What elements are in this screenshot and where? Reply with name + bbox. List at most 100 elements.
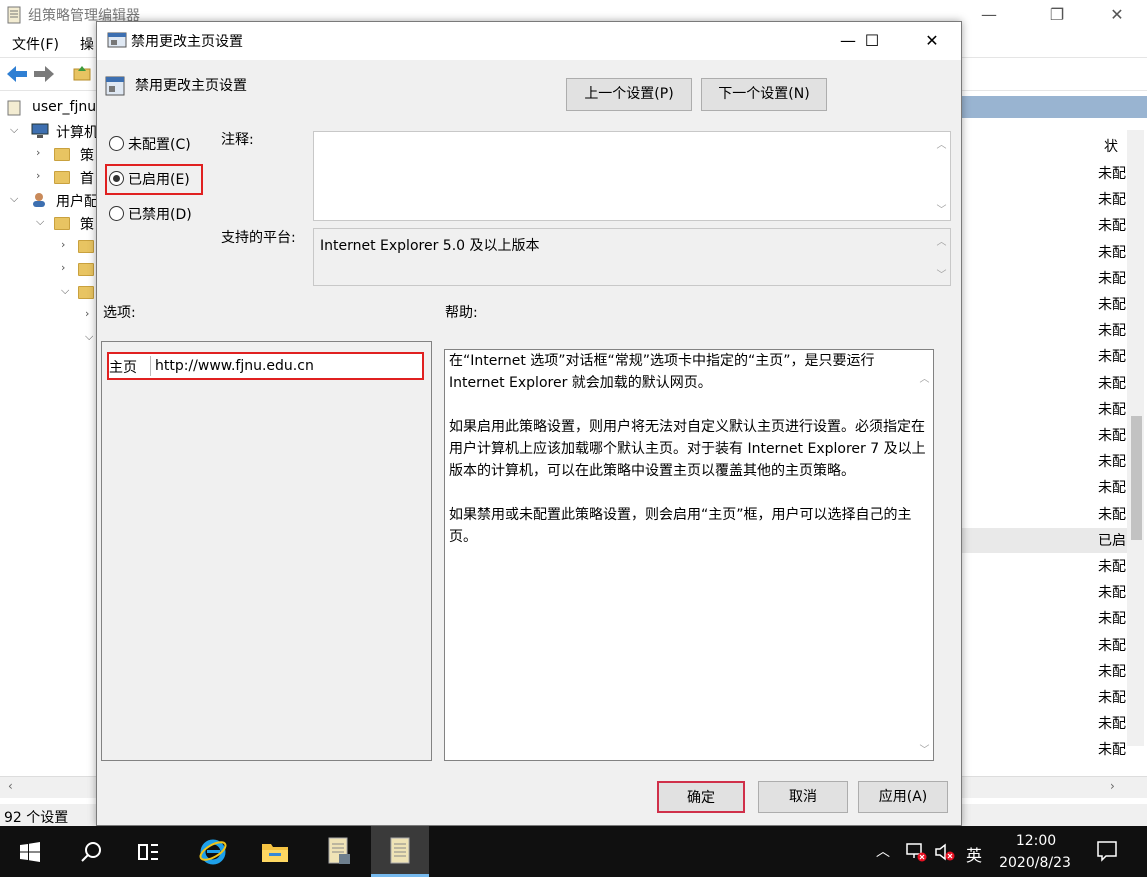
restore-icon[interactable]: ❐: [1034, 0, 1080, 30]
forward-arrow-icon[interactable]: [33, 65, 55, 83]
close-icon[interactable]: ✕: [1094, 0, 1140, 30]
folder-icon: [78, 263, 94, 276]
chevron-right-icon[interactable]: ›: [36, 146, 40, 159]
minimize-icon[interactable]: —: [966, 0, 1012, 30]
status-cell: 未配: [1098, 192, 1126, 209]
status-cell: 未配: [1098, 349, 1126, 366]
help-scrollbar[interactable]: ︿ ﹀: [916, 350, 933, 760]
setting-name: 禁用更改主页设置: [135, 78, 247, 94]
chevron-right-icon[interactable]: ›: [36, 169, 40, 182]
back-arrow-icon[interactable]: [6, 65, 28, 83]
internet-explorer-icon: [199, 839, 227, 865]
search-button[interactable]: [62, 826, 120, 877]
computer-icon: [31, 123, 49, 138]
status-cell: 未配: [1098, 742, 1126, 759]
task-view-button[interactable]: [120, 826, 178, 877]
homepage-input[interactable]: [153, 355, 421, 377]
help-pane: 在“Internet 选项”对话框“常规”选项卡中指定的“主页”，是只要运行 I…: [444, 349, 934, 761]
chevron-down-icon[interactable]: ⌵: [61, 284, 69, 298]
platform-label: 支持的平台:: [221, 230, 296, 246]
scroll-down-icon[interactable]: ﹀: [916, 741, 933, 756]
policy-setting-icon: [105, 76, 125, 96]
chevron-down-icon[interactable]: ⌵: [10, 192, 18, 206]
radio-button[interactable]: [109, 136, 124, 151]
volume-muted-icon[interactable]: [934, 842, 956, 862]
column-header-state[interactable]: 状: [1104, 136, 1118, 156]
chevron-down-icon[interactable]: ⌵: [36, 215, 44, 229]
scroll-right-icon[interactable]: ›: [1110, 779, 1115, 793]
options-pane: [101, 341, 432, 761]
status-cell: 未配: [1098, 218, 1126, 235]
start-button[interactable]: [0, 826, 58, 877]
scroll-down-icon[interactable]: ﹀: [933, 201, 950, 216]
scroll-up-icon[interactable]: ︿: [916, 370, 933, 385]
up-folder-icon[interactable]: [73, 64, 91, 82]
comment-label: 注释:: [221, 132, 254, 148]
options-label: 选项:: [103, 305, 136, 321]
status-cell: 未配: [1098, 454, 1126, 471]
menu-action[interactable]: 操: [80, 34, 94, 54]
cancel-button[interactable]: 取消: [758, 781, 848, 813]
chevron-right-icon[interactable]: ›: [61, 238, 65, 251]
chevron-down-icon[interactable]: ⌵: [85, 330, 93, 344]
help-text: 在“Internet 选项”对话框“常规”选项卡中指定的“主页”，是只要运行 I…: [449, 350, 929, 570]
previous-setting-button[interactable]: 上一个设置(P): [566, 78, 692, 111]
radio-button-checked[interactable]: [109, 171, 124, 186]
folder-icon: [78, 240, 94, 253]
close-icon[interactable]: ✕: [909, 26, 955, 56]
chevron-up-icon[interactable]: ︿: [876, 841, 890, 861]
group-policy-editor-button[interactable]: [371, 826, 429, 877]
scroll-down-icon[interactable]: ﹀: [933, 266, 950, 281]
help-paragraph: 在“Internet 选项”对话框“常规”选项卡中指定的“主页”，是只要运行 I…: [449, 353, 875, 391]
folder-icon: [54, 171, 70, 184]
scrollbar-thumb[interactable]: [1131, 416, 1142, 540]
policy-scroll-icon: [328, 837, 350, 864]
file-explorer-button[interactable]: [246, 826, 304, 877]
comment-scrollbar[interactable]: ︿ ﹀: [933, 132, 950, 220]
dialog-title: 禁用更改主页设置: [131, 34, 243, 50]
platform-field: Internet Explorer 5.0 及以上版本 ︿ ﹀: [313, 228, 951, 286]
status-cell: 未配: [1098, 585, 1126, 602]
apply-button[interactable]: 应用(A): [858, 781, 948, 813]
search-icon: [81, 842, 101, 862]
scroll-left-icon[interactable]: ‹: [8, 779, 13, 793]
network-icon[interactable]: [905, 842, 927, 862]
group-policy-management-button[interactable]: [310, 826, 368, 877]
radio-button[interactable]: [109, 206, 124, 221]
chevron-down-icon[interactable]: ⌵: [10, 123, 18, 137]
comment-textarea[interactable]: ︿ ﹀: [313, 131, 951, 221]
policy-scroll-icon: [7, 6, 21, 24]
clock-date[interactable]: 2020/8/23: [995, 855, 1075, 871]
user-icon: [33, 193, 45, 207]
chevron-right-icon[interactable]: ›: [61, 261, 65, 274]
field-divider: [150, 356, 151, 376]
policy-setting-icon: [107, 32, 127, 48]
next-setting-button[interactable]: 下一个设置(N): [701, 78, 827, 111]
maximize-icon[interactable]: ☐: [849, 26, 895, 56]
input-method-indicator[interactable]: 英: [966, 842, 982, 866]
chevron-right-icon[interactable]: ›: [85, 307, 89, 320]
status-cell: 未配: [1098, 244, 1126, 261]
windows-logo-icon: [20, 842, 40, 862]
status-cell: 未配: [1098, 637, 1126, 654]
status-cell: 未配: [1098, 166, 1126, 182]
folder-icon: [262, 844, 288, 862]
ok-button[interactable]: 确定: [657, 781, 745, 813]
help-paragraph: 如果禁用或未配置此策略设置，则会启用“主页”框，用户可以选择自己的主页。: [449, 507, 912, 545]
scroll-up-icon[interactable]: ︿: [933, 233, 950, 248]
policy-scroll-icon: [7, 100, 21, 116]
scroll-up-icon[interactable]: ︿: [933, 136, 950, 151]
menu-file[interactable]: 文件(F): [12, 34, 59, 54]
notification-icon[interactable]: [1096, 840, 1118, 862]
clock-time[interactable]: 12:00: [1010, 833, 1062, 849]
policy-scroll-icon: [390, 837, 410, 864]
status-cell: 未配: [1098, 401, 1126, 418]
folder-icon: [54, 217, 70, 230]
platform-value: Internet Explorer 5.0 及以上版本: [320, 238, 540, 254]
internet-explorer-button[interactable]: [184, 826, 242, 877]
status-cell: 未配: [1098, 716, 1126, 733]
status-cell: 未配: [1098, 297, 1126, 313]
tree-panel: user_fjnu ⌵ 计算机 › 策 › 首 ⌵ 用户配 ⌵ 策 › › ⌵ …: [0, 92, 98, 776]
help-paragraph: 如果启用此策略设置，则用户将无法对自定义默认主页进行设置。必须指定在用户计算机上…: [449, 419, 926, 479]
platform-scrollbar[interactable]: ︿ ﹀: [933, 229, 950, 285]
